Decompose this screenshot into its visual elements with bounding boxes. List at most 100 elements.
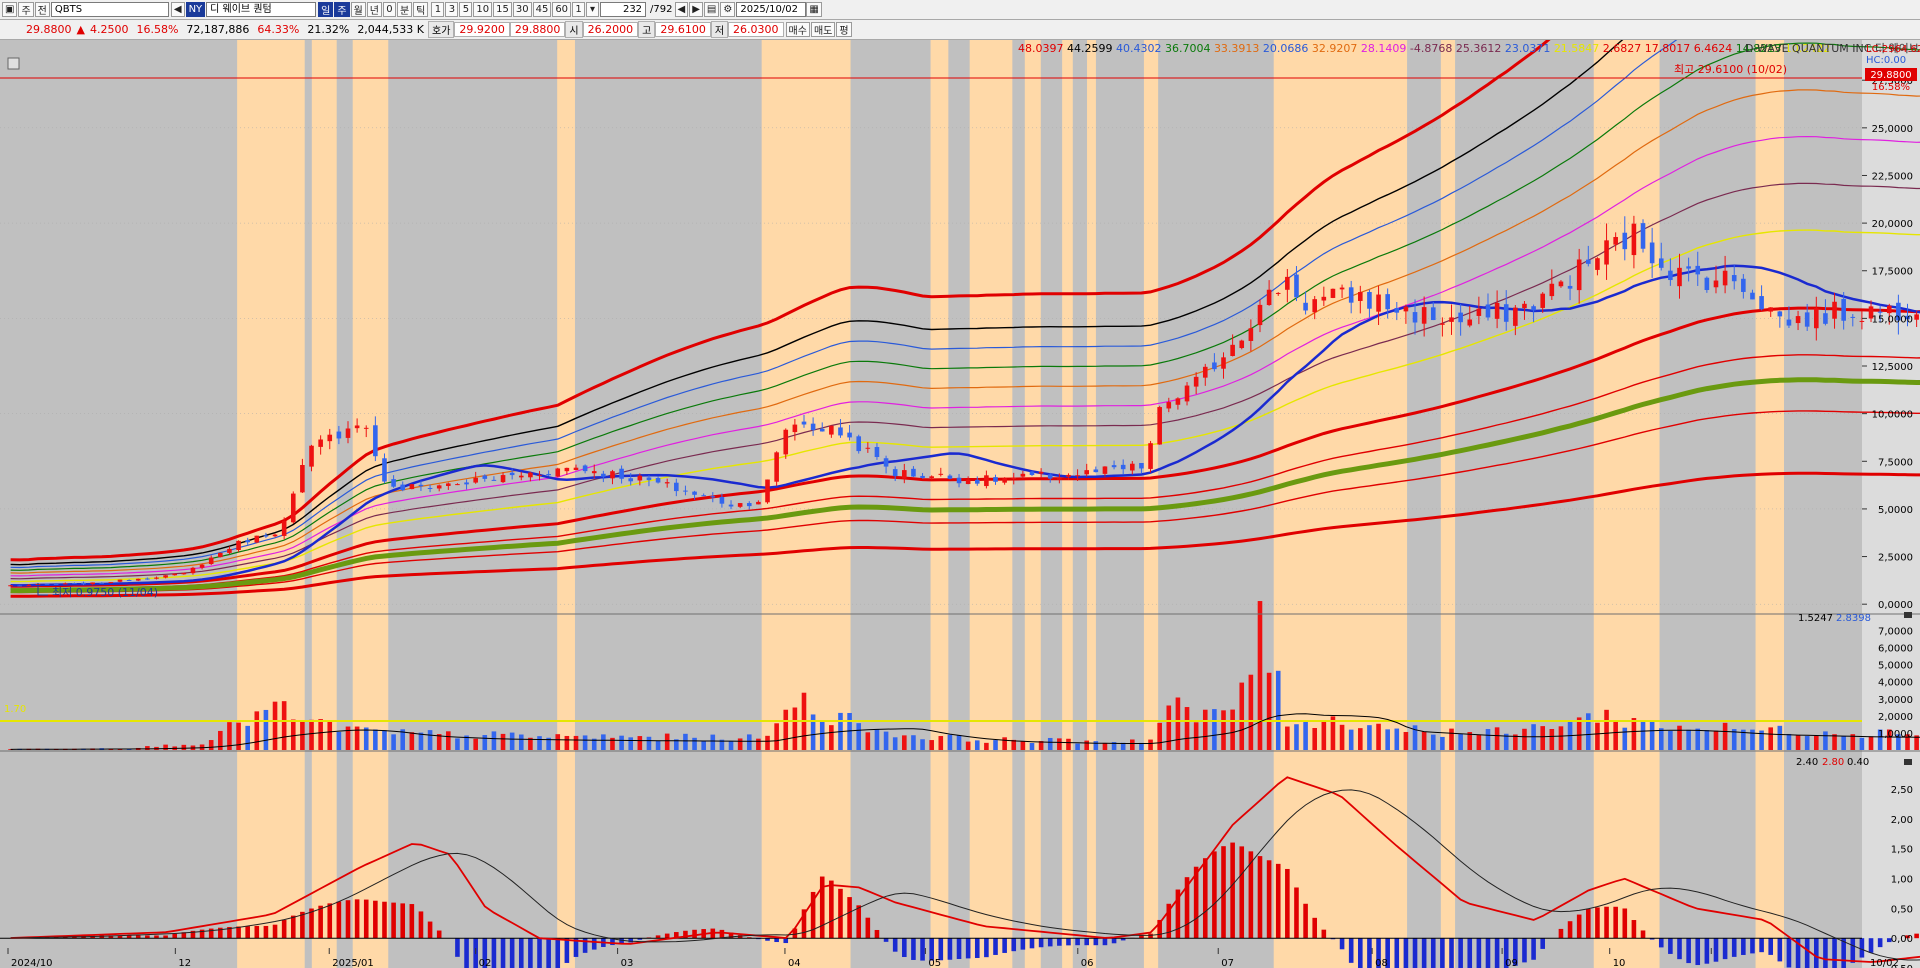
interval-dropdown-icon[interactable]: ▾ bbox=[586, 2, 600, 17]
interval-button[interactable]: 30 bbox=[512, 2, 532, 17]
price-axis-label: 20,0000 bbox=[1872, 219, 1913, 230]
candle-body bbox=[1613, 237, 1618, 245]
date-input[interactable]: 2025/10/02 bbox=[736, 2, 807, 17]
interval-button[interactable]: 3 bbox=[445, 2, 459, 17]
price-tag-value: 29.8800 bbox=[1870, 70, 1911, 81]
volume-bar bbox=[911, 735, 916, 750]
volume-axis-label: 2,0000 bbox=[1878, 712, 1913, 723]
volume-bar bbox=[1722, 722, 1728, 750]
macd-histogram-bar bbox=[1348, 938, 1354, 963]
volume-bar bbox=[509, 732, 515, 750]
volume-bar bbox=[655, 740, 661, 750]
macd-header-1: 2.40 bbox=[1796, 757, 1818, 768]
candle-body bbox=[26, 584, 32, 586]
timeframe-button[interactable]: 틱 bbox=[413, 2, 429, 17]
highlight-band bbox=[1755, 40, 1784, 968]
sound-icon[interactable]: ◀ bbox=[170, 2, 185, 17]
legend-value: 2.6827 bbox=[1603, 42, 1645, 55]
macd-histogram-bar bbox=[1294, 887, 1299, 939]
macd-histogram-bar bbox=[783, 938, 789, 944]
candle-body bbox=[363, 427, 369, 429]
macd-histogram-bar bbox=[774, 938, 779, 943]
price-axis-label: 10,0000 bbox=[1872, 410, 1913, 421]
candle-body bbox=[1649, 242, 1655, 264]
timeframe-button[interactable]: 0 bbox=[382, 2, 396, 17]
timeframe-button[interactable]: 년 bbox=[366, 2, 382, 17]
volume-bar bbox=[1230, 709, 1235, 750]
candle-body bbox=[500, 475, 506, 483]
volume-bar bbox=[829, 725, 834, 750]
interval-button[interactable]: 10 bbox=[473, 2, 493, 17]
interval-button[interactable]: 1 bbox=[431, 2, 445, 17]
candle-body bbox=[865, 447, 871, 449]
buy-button[interactable]: 매수 bbox=[785, 22, 810, 37]
volume-bar bbox=[1348, 729, 1354, 750]
macd-histogram-bar bbox=[956, 938, 962, 959]
candle-body bbox=[1239, 340, 1245, 349]
prev-button[interactable]: 전 bbox=[34, 2, 50, 17]
candle-body bbox=[1285, 276, 1290, 290]
candle-body bbox=[911, 468, 916, 477]
symbol-input[interactable]: QBTS bbox=[50, 2, 169, 17]
volume-axis-label: 7,0000 bbox=[1878, 627, 1913, 638]
volume-bar bbox=[1002, 737, 1007, 750]
volume-panel-menu-icon[interactable] bbox=[1904, 612, 1912, 618]
volume-bar bbox=[1823, 731, 1828, 750]
volume-bar bbox=[300, 720, 305, 750]
interval-button[interactable]: 45 bbox=[532, 2, 552, 17]
macd-histogram-bar bbox=[1804, 938, 1810, 968]
macd-histogram-bar bbox=[1595, 907, 1600, 939]
timeframe-button[interactable]: 주 bbox=[334, 2, 350, 17]
interval-button[interactable]: 60 bbox=[552, 2, 572, 17]
candle-body bbox=[1011, 477, 1017, 479]
macd-histogram-bar bbox=[1622, 908, 1628, 939]
price-axis-label: 17,5000 bbox=[1872, 267, 1913, 278]
candle-body bbox=[1886, 305, 1892, 314]
price-type-button[interactable]: 일 bbox=[318, 2, 334, 17]
timeframe-button[interactable]: 분 bbox=[396, 2, 413, 17]
window-menu-icon[interactable]: ▣ bbox=[2, 2, 18, 17]
highlight-band bbox=[1440, 40, 1456, 968]
time-axis-label: 2024/10 bbox=[11, 958, 53, 968]
macd-histogram-bar bbox=[911, 938, 916, 960]
interval-button[interactable]: 5 bbox=[459, 2, 473, 17]
candle-body bbox=[1604, 240, 1609, 265]
period-button[interactable]: 주 bbox=[18, 2, 34, 17]
volume-bar bbox=[1449, 728, 1454, 750]
candle-body bbox=[1257, 304, 1263, 326]
macd-histogram-bar bbox=[518, 938, 524, 968]
macd-panel-menu-icon[interactable] bbox=[1904, 759, 1912, 765]
volume-bar bbox=[728, 741, 734, 750]
calendar-icon[interactable]: ▦ bbox=[806, 2, 822, 17]
settings-icon[interactable]: ⚙ bbox=[720, 2, 736, 17]
macd-histogram-bar bbox=[500, 938, 506, 968]
time-axis-label: 06 bbox=[1081, 958, 1094, 968]
interval-button[interactable]: 15 bbox=[493, 2, 512, 17]
bar-count-input[interactable]: 232 bbox=[600, 2, 647, 17]
timeframe-button[interactable]: 월 bbox=[350, 2, 366, 17]
candle-body bbox=[1704, 277, 1710, 291]
volume-bar bbox=[1695, 728, 1701, 750]
sell-button[interactable]: 매도 bbox=[810, 22, 836, 37]
candle-body bbox=[108, 582, 114, 584]
scroll-left-icon[interactable]: ◀ bbox=[674, 2, 689, 17]
candle-body bbox=[1130, 463, 1135, 471]
interval-button[interactable]: 1 bbox=[572, 2, 586, 17]
panel-collapse-icon[interactable] bbox=[7, 57, 20, 70]
candle-body bbox=[1686, 266, 1691, 269]
candle-body bbox=[1193, 376, 1199, 387]
macd-histogram-bar bbox=[1868, 938, 1874, 953]
scroll-right-icon[interactable]: ▶ bbox=[689, 2, 703, 17]
volume-bar bbox=[263, 709, 269, 750]
save-icon[interactable]: ▤ bbox=[703, 2, 720, 17]
volume-bar bbox=[1029, 743, 1035, 750]
volume-bar bbox=[628, 737, 634, 750]
time-axis-label: 10 bbox=[1613, 958, 1626, 968]
avg-button[interactable]: 평 bbox=[836, 22, 852, 37]
macd-histogram-bar bbox=[1212, 851, 1217, 939]
candle-body bbox=[1567, 285, 1573, 289]
volume-bar bbox=[1084, 740, 1090, 750]
chart-area[interactable]: 27,500025,000022,500020,000017,500015,00… bbox=[0, 40, 1920, 968]
macd-histogram-bar bbox=[418, 911, 424, 939]
candle-body bbox=[163, 575, 168, 578]
